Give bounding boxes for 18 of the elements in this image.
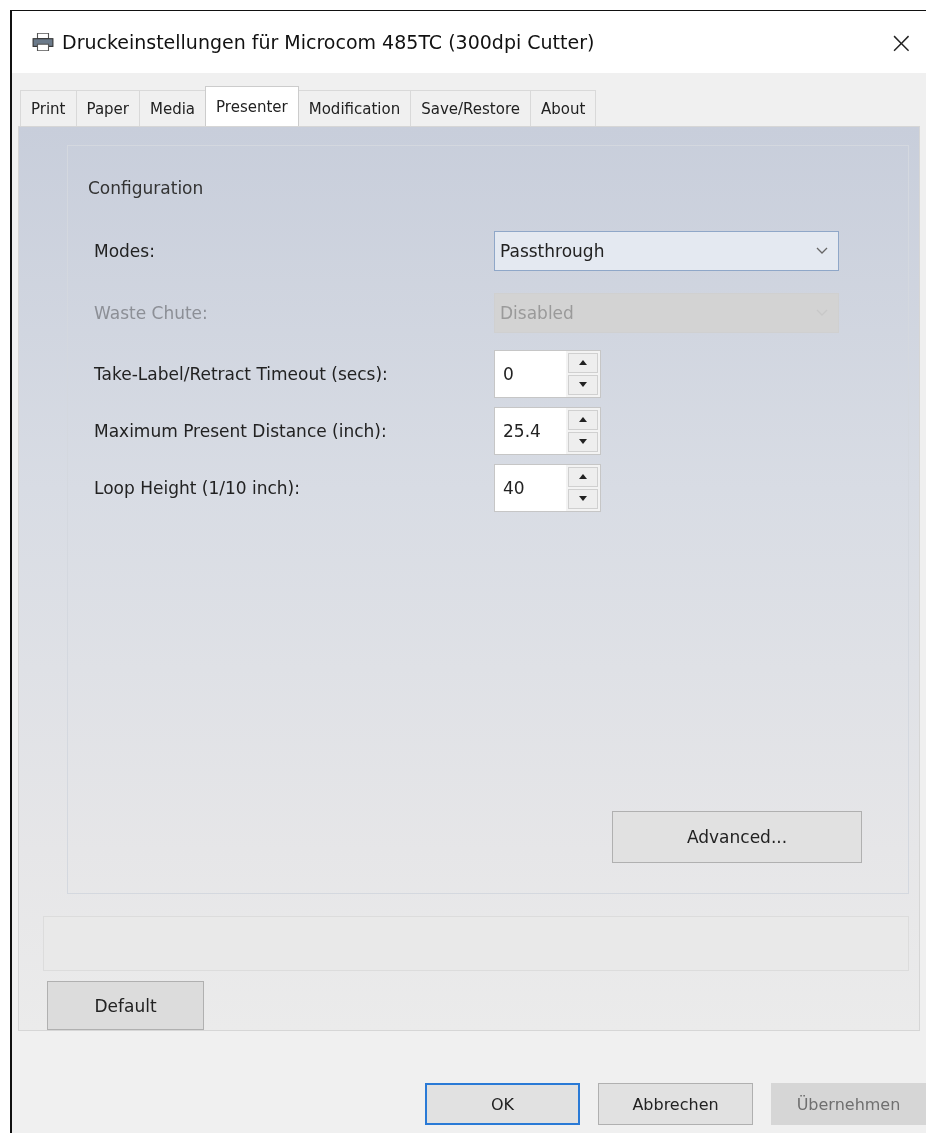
dialog-button[interactable]: OK (425, 1083, 580, 1125)
field-label: Take-Label/Retract Timeout (secs): (94, 363, 389, 384)
advanced-button[interactable]: Advanced... (612, 811, 862, 863)
window-title: Druckeinstellungen für Microcom 485TC (300dpi Cutter) (62, 31, 596, 53)
dialog-button[interactable]: Abbrechen (598, 1083, 753, 1125)
tab[interactable]: About (530, 90, 597, 126)
group-title: Configuration (88, 178, 204, 198)
tab[interactable]: Print (20, 90, 77, 126)
field-label: Waste Chute: (94, 303, 209, 323)
tab[interactable]: Presenter (205, 86, 299, 126)
chevron-down-icon (816, 247, 828, 255)
printer-icon (32, 33, 54, 51)
field-label: Modes: (94, 241, 156, 261)
default-button[interactable]: Default (47, 981, 204, 1030)
field-label: Loop Height (1/10 inch): (94, 477, 301, 498)
field-label: Maximum Present Distance (inch): (94, 420, 388, 441)
close-button[interactable]: × (876, 24, 926, 60)
dropdown[interactable]: Passthrough (494, 231, 839, 271)
